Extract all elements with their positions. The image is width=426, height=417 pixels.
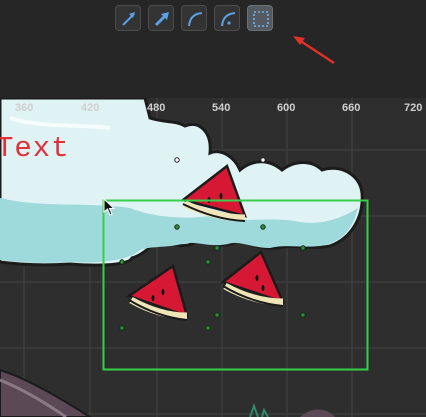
red-annotation-arrow [293, 36, 335, 65]
ruler-label: 420 [81, 102, 100, 114]
ruler-label: 660 [342, 102, 361, 114]
canvas-text-object[interactable]: Text [0, 132, 70, 165]
ruler-label: 720 [404, 102, 423, 114]
ruler-label: 600 [277, 102, 296, 114]
bottom-artwork [0, 368, 335, 417]
cloud-image [0, 98, 364, 267]
ruler-label: 540 [212, 102, 231, 114]
drawing-canvas[interactable]: 360 420 480 540 600 660 720 Text [0, 98, 426, 417]
ruler-label: 360 [15, 102, 34, 114]
toolbar [0, 0, 426, 98]
ruler-label: 480 [147, 102, 166, 114]
